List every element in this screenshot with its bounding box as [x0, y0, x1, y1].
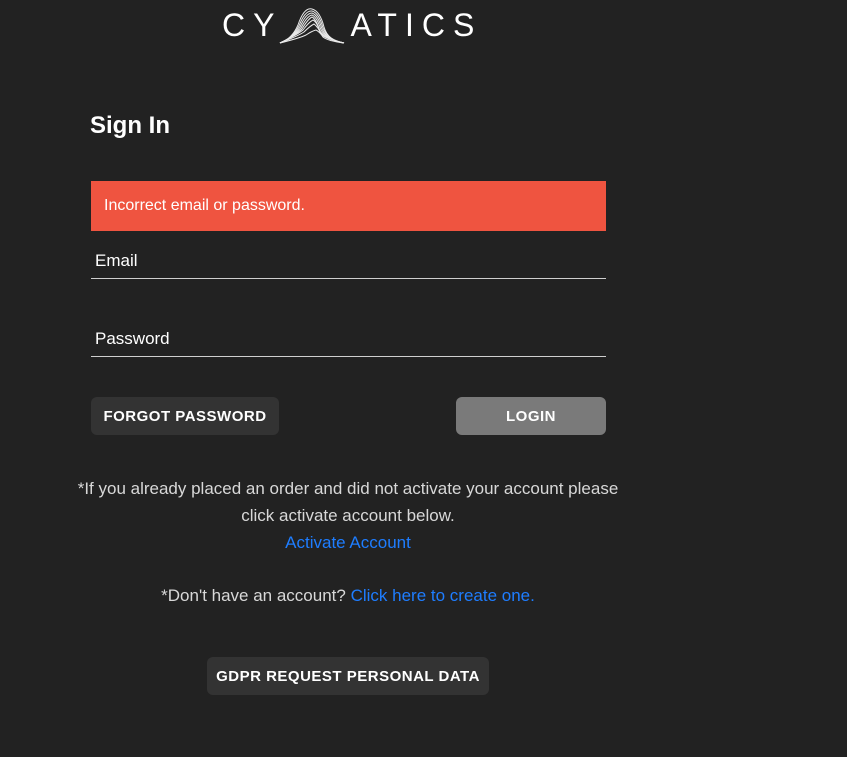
gdpr-request-button[interactable]: GDPR REQUEST PERSONAL DATA: [207, 657, 489, 695]
forgot-password-button[interactable]: FORGOT PASSWORD: [91, 397, 279, 435]
create-account-link[interactable]: Click here to create one.: [351, 586, 535, 605]
logo-wave-icon: [278, 5, 348, 45]
page-title: Sign In: [90, 112, 170, 139]
email-field[interactable]: [91, 243, 606, 279]
activate-note-line-2: click activate account below.: [241, 506, 455, 525]
error-message: Incorrect email or password.: [104, 197, 305, 214]
password-field[interactable]: [91, 321, 606, 357]
login-button[interactable]: LOGIN: [456, 397, 606, 435]
activate-account-link[interactable]: Activate Account: [70, 529, 626, 556]
logo-text-left: CY: [222, 7, 283, 43]
signup-prefix: *Don't have an account?: [161, 586, 351, 605]
logo-text-right: ATICS: [350, 7, 483, 43]
login-page: CY ATICS Sign In Incorrect email or pass…: [0, 0, 847, 757]
cymatics-logo[interactable]: CY ATICS: [222, 4, 474, 46]
signup-note: *Don't have an account? Click here to cr…: [70, 582, 626, 609]
activate-note-line-1: *If you already placed an order and did …: [77, 479, 619, 498]
error-banner: Incorrect email or password.: [91, 181, 606, 231]
activate-account-note: *If you already placed an order and did …: [70, 475, 626, 556]
